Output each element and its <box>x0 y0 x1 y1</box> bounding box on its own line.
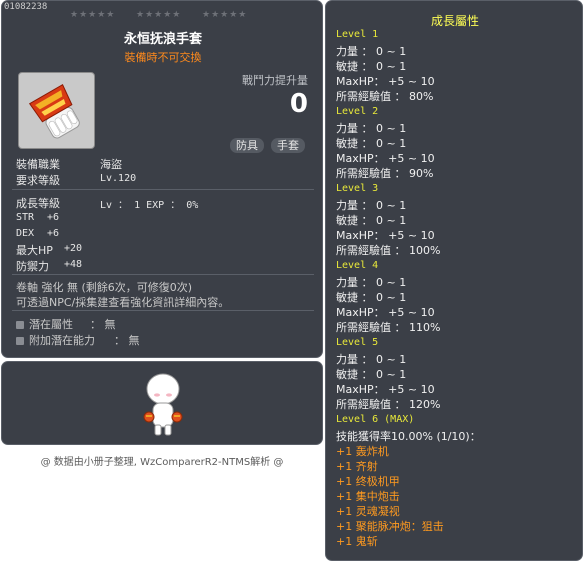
skill-bonus-item: +1 齐射 <box>336 460 378 473</box>
bonus-potential-bullet-icon <box>16 337 24 345</box>
skill-bonus-item: +1 灵魂凝视 <box>336 505 400 518</box>
growth-line: 敏捷 ： 0 ~ 1 <box>336 291 407 304</box>
stat-value-maxhp: +20 <box>64 243 83 254</box>
required-level-value: Lv.120 <box>100 173 137 184</box>
star-group-2: ★★★★★ <box>136 10 182 20</box>
data-source-credit: @ 数据由小册子整理, WzComparerR2-NTMS解析 @ <box>40 457 284 468</box>
growth-line: MaxHP： +5 ~ 10 <box>336 306 435 319</box>
combat-power-value: 0 <box>289 89 308 119</box>
growth-line: MaxHP： +5 ~ 10 <box>336 383 435 396</box>
growth-level-value: Lv ： 1 EXP ： 0% <box>100 200 199 211</box>
potential-bullet-icon <box>16 321 24 329</box>
potential-value: ： 無 <box>90 318 116 331</box>
potential-row: 潛在屬性 <box>16 316 73 332</box>
growth-line: 力量 ： 0 ~ 1 <box>336 122 407 135</box>
scroll-enhance-info: 卷軸 強化 無 (剩餘6次，可修復0次) <box>16 281 193 294</box>
growth-line: 敏捷 ： 0 ~ 1 <box>336 368 407 381</box>
stat-name-maxhp: 最大HP <box>16 244 53 257</box>
bonus-potential-value: ： 無 <box>114 334 140 347</box>
growth-attributes-panel: 成長屬性 Level 1 力量 ： 0 ~ 1 敏捷 ： 0 ~ 1 MaxHP… <box>325 0 583 561</box>
item-tooltip-panel: 01082238 ★★★★★ ★★★★★ ★★★★★ 永恒抚浪手套 裝備時不可交… <box>1 0 323 358</box>
growth-line: 敏捷 ： 0 ~ 1 <box>336 60 407 73</box>
bonus-potential-label: 附加潛在能力 <box>29 334 95 347</box>
divider <box>12 274 314 275</box>
skill-bonus-item: +1 聚能脉冲炮：狙击 <box>336 520 444 533</box>
growth-line: 力量 ： 0 ~ 1 <box>336 199 407 212</box>
growth-line: 所需經驗值 ： 120% <box>336 398 441 411</box>
stat-name-dex: DEX <box>16 228 35 239</box>
growth-level-heading: Level 3 <box>336 183 379 194</box>
growth-panel-title: 成長屬性 <box>430 14 479 28</box>
growth-line: 力量 ： 0 ~ 1 <box>336 45 407 58</box>
growth-line: 所需經驗值 ： 110% <box>336 321 441 334</box>
growth-line: 所需經驗值 ： 90% <box>336 167 434 180</box>
star-group-1: ★★★★★ <box>70 10 116 20</box>
growth-line: MaxHP： +5 ~ 10 <box>336 152 435 165</box>
growth-line: MaxHP： +5 ~ 10 <box>336 75 435 88</box>
growth-line: 所需經驗值 ： 80% <box>336 90 434 103</box>
enhance-hint-text: 可透過NPC/採集建查看強化資訊詳細內容。 <box>16 296 230 309</box>
required-level-label: 要求等級 <box>16 174 60 187</box>
growth-level-heading: Level 1 <box>336 29 379 40</box>
divider <box>12 189 314 190</box>
job-value: 海盜 <box>100 158 122 171</box>
combat-power-label: 戰鬥力提升量 <box>242 74 308 87</box>
growth-level-heading: Level 5 <box>336 337 379 348</box>
growth-level-label: 成長等級 <box>16 197 60 210</box>
glove-icon <box>28 83 80 139</box>
divider <box>12 310 314 311</box>
item-id: 01082238 <box>4 2 48 12</box>
stat-value-defense: +48 <box>64 259 83 270</box>
skill-bonus-item: +1 集中炮击 <box>336 490 400 503</box>
potential-label: 潛在屬性 <box>29 318 73 331</box>
growth-line: 所需經驗值 ： 100% <box>336 244 441 257</box>
growth-line: 力量 ： 0 ~ 1 <box>336 353 407 366</box>
character-preview-panel <box>1 361 323 445</box>
bonus-potential-row: 附加潛在能力 <box>16 332 95 348</box>
tag-armor: 防具 <box>230 138 264 153</box>
job-label: 裝備職業 <box>16 158 60 171</box>
character-avatar-icon <box>143 373 183 436</box>
star-group-3: ★★★★★ <box>202 10 248 20</box>
stat-value-dex: +6 <box>47 228 60 239</box>
item-name: 永恒抚浪手套 <box>123 32 202 47</box>
growth-line: MaxHP： +5 ~ 10 <box>336 229 435 242</box>
skill-chance-line: 技能獲得率10.00% (1/10)： <box>336 430 481 443</box>
growth-line: 敏捷 ： 0 ~ 1 <box>336 137 407 150</box>
tag-gloves: 手套 <box>271 138 305 153</box>
growth-level-heading: Level 2 <box>336 106 379 117</box>
skill-bonus-item: +1 鬼斩 <box>336 535 378 548</box>
item-trade-restriction: 裝備時不可交換 <box>124 51 202 64</box>
stat-name-str: STR <box>16 212 35 223</box>
stat-value-str: +6 <box>47 212 60 223</box>
skill-bonus-item: +1 终极机甲 <box>336 475 400 488</box>
skill-bonus-item: +1 轰炸机 <box>336 445 389 458</box>
stat-name-defense: 防禦力 <box>16 260 49 273</box>
growth-max-level-heading: Level 6 (MAX) <box>336 414 415 425</box>
item-icon-frame <box>18 72 95 149</box>
growth-line: 力量 ： 0 ~ 1 <box>336 276 407 289</box>
growth-line: 敏捷 ： 0 ~ 1 <box>336 214 407 227</box>
growth-level-heading: Level 4 <box>336 260 379 271</box>
